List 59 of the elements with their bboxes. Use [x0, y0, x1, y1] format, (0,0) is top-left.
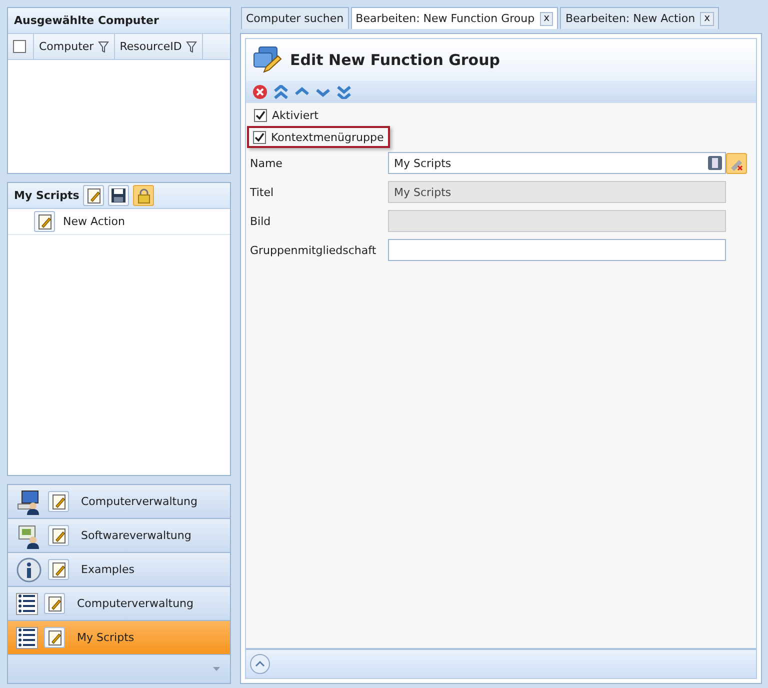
note-icon	[44, 627, 65, 648]
nav-item-label: Computerverwaltung	[81, 495, 198, 508]
nav-item[interactable]: Computerverwaltung	[8, 587, 230, 621]
filter-icon[interactable]	[98, 40, 109, 52]
field-label: Bild	[250, 214, 271, 228]
note-icon	[44, 593, 65, 614]
note-icon	[48, 491, 69, 512]
field-label: Name	[250, 156, 282, 170]
collapse-button[interactable]	[250, 654, 270, 674]
field-label: Titel	[250, 186, 274, 198]
field-label: Gruppenmitgliedschaft	[250, 244, 376, 256]
checkbox[interactable]	[253, 130, 266, 144]
nav-item-label: My Scripts	[77, 631, 134, 644]
checkbox-label: Aktiviert	[272, 108, 318, 122]
nav-item-label: Computerverwaltung	[77, 597, 194, 610]
select-all-checkbox[interactable]	[13, 40, 26, 53]
computer-user-icon	[16, 488, 42, 514]
input-field[interactable]	[388, 239, 726, 261]
close-tab-button[interactable]: x	[540, 12, 554, 26]
nav-item-label: Softwareverwaltung	[81, 529, 192, 542]
tab-label: Bearbeiten: New Action	[565, 12, 696, 25]
tab[interactable]: Bearbeiten: New Function Group x	[350, 7, 558, 29]
chevron-up-icon	[255, 661, 265, 667]
script-item[interactable]: New Action	[63, 215, 125, 228]
note-icon	[48, 525, 69, 546]
nav-item[interactable]: Softwareverwaltung	[8, 519, 230, 553]
clear-button[interactable]	[726, 152, 747, 174]
tab[interactable]: Computer suchen	[241, 7, 349, 29]
nav-item[interactable]: Examples	[8, 553, 230, 587]
panel-title: My Scripts	[14, 189, 80, 202]
note-icon	[34, 211, 55, 232]
info-icon	[16, 556, 42, 582]
nav-item[interactable]: Computerverwaltung	[8, 485, 230, 519]
list-icon	[16, 592, 38, 614]
windows-pencil-icon	[252, 46, 282, 74]
column-header[interactable]: ResourceID	[120, 40, 182, 53]
nav-item[interactable]: My Scripts	[8, 621, 230, 655]
checkbox[interactable]	[254, 108, 267, 122]
edit-note-button[interactable]	[83, 185, 104, 206]
checkbox-label: Kontextmenügruppe	[271, 130, 384, 144]
filter-icon[interactable]	[186, 40, 197, 52]
column-header[interactable]: Computer	[39, 40, 94, 53]
save-button[interactable]	[108, 185, 130, 206]
editor-title: Edit New Function Group	[290, 51, 500, 69]
tab[interactable]: Bearbeiten: New Action x	[560, 7, 719, 29]
software-user-icon	[16, 522, 42, 548]
panel-title: Ausgewählte Computer	[14, 14, 159, 27]
sort-icon[interactable]	[707, 155, 723, 171]
double-chevron-down-icon[interactable]	[336, 85, 352, 99]
tab-label: Computer suchen	[246, 12, 344, 25]
double-chevron-up-icon[interactable]	[273, 85, 289, 99]
close-tab-button[interactable]: x	[700, 12, 714, 26]
lock-button[interactable]	[133, 185, 154, 206]
nav-item-label: Examples	[81, 563, 134, 576]
list-icon	[16, 626, 38, 648]
input-field[interactable]: My Scripts	[388, 152, 726, 174]
tab-label: Bearbeiten: New Function Group	[356, 12, 535, 25]
delete-icon[interactable]	[252, 84, 268, 100]
note-icon	[48, 559, 69, 580]
